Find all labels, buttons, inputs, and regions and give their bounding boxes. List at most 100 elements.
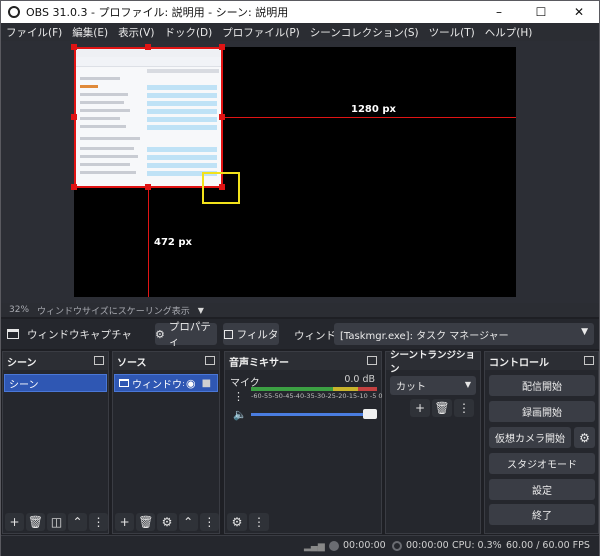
controls-dock-header: コントロール [485,352,598,370]
obs-window: OBS 31.0.3 - プロファイル: 説明用 - シーン: 説明用 – ☐ … [0,0,600,556]
window-select[interactable]: [Taskmgr.exe]: タスク マネージャー ▼ [334,323,594,345]
resize-handle-left[interactable] [71,114,77,120]
fps-readout: 60.00 / 60.00 FPS [506,540,590,551]
volume-slider-handle[interactable] [363,409,377,419]
audio-mixer-dock-footer: ⚙ ⋮ [225,511,381,533]
add-icon[interactable]: + [115,513,135,531]
scene-transitions-dock-header: シーントランジション [386,350,480,375]
start-streaming-button[interactable]: 配信開始 [489,375,595,396]
eye-icon[interactable]: ◉ [186,377,196,390]
volume-slider[interactable] [251,413,373,416]
chevron-down-icon[interactable]: ▼ [465,380,471,389]
stream-status-icon [329,541,339,551]
zoom-level: 32% [9,305,30,315]
resize-handle-bottom-left[interactable] [71,184,77,190]
scene-item[interactable]: シーン [4,374,107,392]
scenes-dock-header: シーン [3,352,108,370]
scene-transitions-dock: シーントランジション カット ▼ + 🗑 ⋮ [385,350,481,534]
height-guide-line [148,187,149,297]
title-bar: OBS 31.0.3 - プロファイル: 説明用 - シーン: 説明用 – ☐ … [1,1,599,23]
gear-icon[interactable]: ⚙ [227,513,247,531]
more-icon[interactable]: ⋮ [454,399,474,417]
sources-dock-header: ソース [113,352,219,370]
start-recording-button[interactable]: 録画開始 [489,401,595,422]
highlight-annotation-box [202,172,240,204]
filter-icon [223,329,233,339]
dock-float-icon[interactable] [367,356,377,365]
menu-docks[interactable]: ドック(D) [159,25,217,40]
chevron-up-icon[interactable]: ⌃ [178,513,198,531]
dock-float-icon[interactable] [205,356,215,365]
meter-scale: -60-55-50-45-40-35-30-25-20-15-10 -5 0 [251,392,383,400]
record-time: 00:00:00 [406,540,449,551]
obs-logo-icon [8,6,20,18]
status-bar: ▂▄▆ 00:00:00 00:00:00 CPU: 0.3% 60.00 / … [1,535,599,556]
virtual-camera-settings-gear-icon[interactable]: ⚙ [574,427,595,448]
menu-edit[interactable]: 編集(E) [67,25,113,40]
scenes-dock-footer: + 🗑 ◫ ⌃ ⋮ [3,511,108,533]
more-icon[interactable]: ⋮ [249,513,269,531]
captured-window-thumbnail[interactable] [74,47,222,187]
menu-tools[interactable]: ツール(T) [424,25,480,40]
trash-icon[interactable]: 🗑 [26,513,45,531]
resize-handle-bottom[interactable] [145,184,151,190]
width-guide-line [222,117,516,118]
menu-file[interactable]: ファイル(F) [1,25,67,40]
signal-bars-icon: ▂▄▆ [304,542,325,552]
scenes-dock: シーン シーン + 🗑 ◫ ⌃ ⋮ [2,351,109,534]
stream-time: 00:00:00 [343,540,386,551]
gear-icon[interactable]: ⚙ [157,513,177,531]
start-virtual-camera-button[interactable]: 仮想カメラ開始 [489,427,571,448]
properties-button[interactable]: ⚙ プロパティ [155,321,217,348]
gear-icon: ⚙ [155,327,165,341]
exit-button[interactable]: 終了 [489,504,595,525]
source-item[interactable]: ウィンドウキャ ◉ ■ [114,374,218,392]
sources-dock-footer: + 🗑 ⚙ ⌃ ⋮ [113,511,220,533]
chevron-up-icon[interactable]: ⌃ [68,513,87,531]
preview-status-line: 32% ウィンドウサイズにスケーリング表示 ▼ [1,303,599,317]
mic-level-readout: 0.0 dB [344,374,375,385]
chevron-down-icon[interactable]: ▼ [581,327,588,337]
settings-button[interactable]: 設定 [489,479,595,500]
sources-dock: ソース ウィンドウキャ ◉ ■ + 🗑 ⚙ ⌃ ⋮ [112,351,220,534]
current-source-name: ウィンドウキャプチャ [27,328,132,341]
scaling-mode[interactable]: ウィンドウサイズにスケーリング表示 [37,304,190,317]
more-icon[interactable]: ⋮ [233,390,244,403]
dock-float-icon[interactable] [584,356,594,365]
cpu-usage: CPU: 0.3% [452,540,502,551]
minimize-icon[interactable]: – [479,1,519,23]
resize-handle-right[interactable] [219,114,225,120]
trash-icon[interactable]: 🗑 [136,513,156,531]
dock-float-icon[interactable] [94,356,104,365]
trash-icon[interactable]: 🗑 [432,399,452,417]
height-dimension-label: 472 px [154,237,192,248]
maximize-icon[interactable]: ☐ [521,1,561,23]
transition-select[interactable]: カット ▼ [390,376,476,395]
more-icon[interactable]: ⋮ [89,513,108,531]
filters-button[interactable]: フィルタ [223,323,279,345]
window-capture-icon [7,329,19,339]
add-icon[interactable]: + [410,399,430,417]
resize-handle-top-right[interactable] [219,44,225,50]
menu-view[interactable]: 表示(V) [113,25,159,40]
audio-level-meter [251,387,377,391]
width-dimension-label: 1280 px [351,104,396,115]
add-icon[interactable]: + [5,513,24,531]
menu-scene-collection[interactable]: シーンコレクション(S) [305,25,424,40]
record-status-icon [392,541,402,551]
menu-help[interactable]: ヘルプ(H) [480,25,538,40]
window-title: OBS 31.0.3 - プロファイル: 説明用 - シーン: 説明用 [26,6,289,19]
speaker-icon[interactable]: 🔈 [233,408,247,421]
close-icon[interactable]: ✕ [559,1,599,23]
window-capture-icon [119,379,129,387]
more-icon[interactable]: ⋮ [199,513,220,531]
audio-mixer-dock-header: 音声ミキサー [225,352,381,370]
scene-filter-icon[interactable]: ◫ [47,513,66,531]
resize-handle-top-left[interactable] [71,44,77,50]
menu-bar: ファイル(F) 編集(E) 表示(V) ドック(D) プロファイル(P) シーン… [1,23,599,41]
lock-icon[interactable]: ■ [202,378,211,389]
resize-handle-top[interactable] [145,44,151,50]
scaling-dropdown-icon[interactable]: ▼ [198,306,204,315]
menu-profile[interactable]: プロファイル(P) [217,25,305,40]
studio-mode-button[interactable]: スタジオモード [489,453,595,474]
